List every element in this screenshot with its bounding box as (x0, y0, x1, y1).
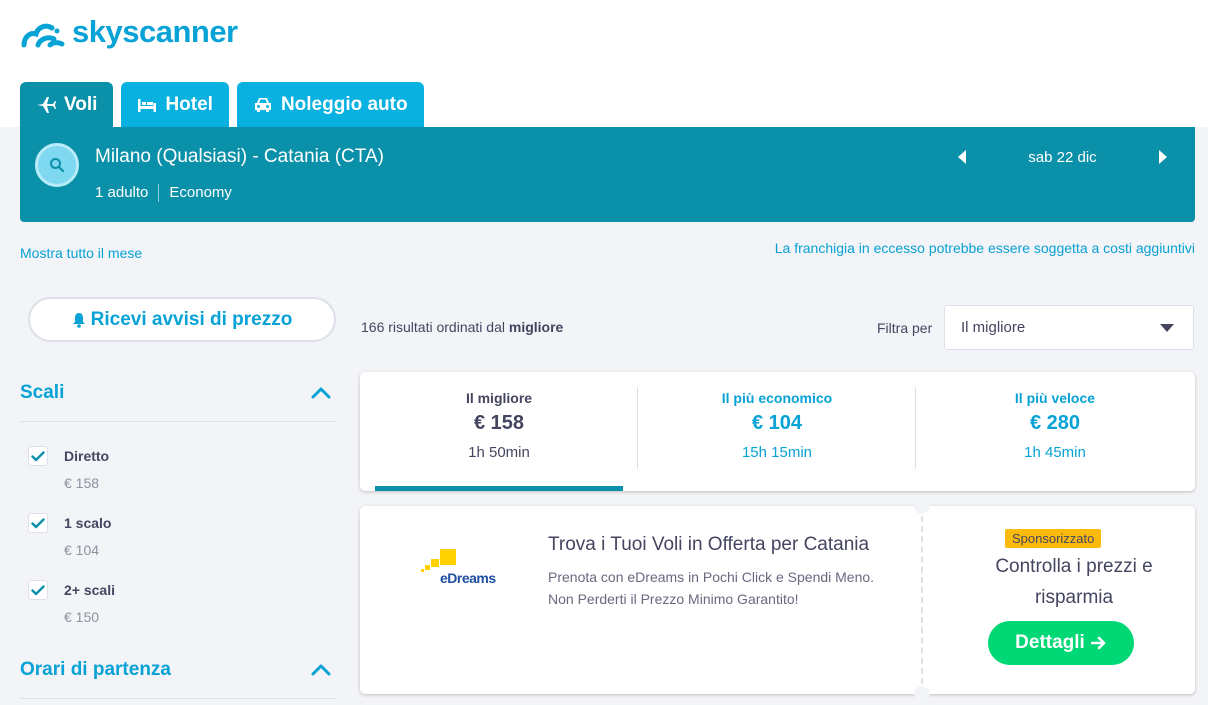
summary-price: € 104 (751, 412, 803, 434)
baggage-fees-link[interactable]: La franchigia in eccesso potrebbe essere… (775, 240, 1195, 256)
ad-divider (921, 506, 923, 694)
stop-price: € 104 (64, 542, 100, 558)
summary-best[interactable]: Il migliore € 158 1h 50min (360, 372, 638, 491)
tab-car-hire-label: Noleggio auto (280, 93, 408, 115)
bell-icon (72, 312, 85, 328)
summary-label: Il migliore (465, 390, 533, 406)
advertiser-name: eDreams (440, 570, 496, 586)
stops-filter-header[interactable]: Scali (20, 382, 336, 422)
results-sort-bold: migliore (508, 319, 564, 335)
car-icon (254, 97, 271, 112)
triangle-left-icon (957, 150, 966, 164)
bed-icon (138, 98, 157, 112)
caret-down-icon (1160, 323, 1174, 332)
stop-price: € 150 (64, 609, 100, 625)
ticket-notch (914, 498, 930, 514)
sort-dropdown[interactable]: Il migliore (944, 305, 1194, 350)
price-alert-label: Ricevi avvisi di prezzo (90, 308, 293, 330)
checkmark-icon (31, 450, 45, 461)
fare-summary-tabs: Il migliore € 158 1h 50min Il più econom… (360, 372, 1195, 491)
selected-date: sab 22 dic (1028, 148, 1097, 166)
skyscanner-logo[interactable]: skyscanner (20, 14, 238, 50)
next-date-button[interactable] (1156, 147, 1170, 167)
price-alert-button[interactable]: Ricevi avvisi di prezzo (28, 297, 336, 342)
summary-duration: 1h 50min (468, 444, 530, 461)
departure-times-filter-title: Orari di partenza (20, 659, 171, 680)
search-icon (50, 158, 65, 173)
tab-car-hire[interactable]: Noleggio auto (236, 82, 424, 127)
summary-duration: 1h 45min (1024, 444, 1086, 461)
results-count: 166 risultati ordinati dal migliore (361, 319, 563, 335)
summary-duration: 15h 15min (741, 444, 813, 461)
active-tab-indicator (375, 486, 623, 491)
ticket-notch (914, 686, 930, 702)
previous-date-button[interactable] (955, 147, 969, 167)
stop-label: 2+ scali (64, 582, 115, 598)
route-text[interactable]: Milano (Qualsiasi) - Catania (CTA) (95, 146, 384, 168)
ad-cta-text: Controlla i prezzi e risparmia (995, 556, 1153, 608)
stop-price: € 158 (64, 475, 100, 491)
edit-search-button[interactable] (35, 143, 79, 187)
ad-description: Prenota con eDreams in Pochi Click e Spe… (548, 569, 875, 607)
stop-label: Diretto (64, 448, 110, 464)
plane-icon (37, 96, 56, 113)
summary-cheapest[interactable]: Il più economico € 104 15h 15min (638, 372, 916, 491)
show-whole-month-link[interactable]: Mostra tutto il mese (20, 245, 142, 261)
triangle-right-icon (1159, 150, 1168, 164)
summary-price: € 280 (1029, 412, 1081, 434)
skyscanner-cloud-icon (21, 23, 65, 48)
checkbox-direct[interactable] (28, 446, 48, 466)
summary-fastest[interactable]: Il più veloce € 280 1h 45min (916, 372, 1194, 491)
arrow-right-icon (1090, 636, 1106, 650)
vertical-tabs: Voli Hotel Noleggio auto (20, 82, 424, 127)
stops-filter-title: Scali (20, 382, 65, 403)
ad-title: Trova i Tuoi Voli in Offerta per Catania (548, 534, 870, 555)
passenger-info: 1 adulto Economy (95, 184, 232, 202)
divider (158, 184, 160, 202)
summary-price: € 158 (473, 412, 525, 434)
sponsored-badge: Sponsorizzato (1005, 529, 1102, 548)
details-button[interactable]: Dettagli (988, 621, 1134, 665)
sponsored-ad-card[interactable]: eDreams Trova i Tuoi Voli in Offerta per… (360, 498, 1195, 702)
checkmark-icon (31, 517, 45, 528)
chevron-up-icon (311, 387, 331, 399)
search-summary-bar: Milano (Qualsiasi) - Catania (CTA) 1 adu… (20, 127, 1195, 222)
details-button-label: Dettagli (1015, 632, 1085, 653)
tab-flights[interactable]: Voli (20, 82, 114, 127)
checkbox-one-stop[interactable] (28, 513, 48, 533)
cabin-class: Economy (169, 184, 232, 201)
tab-hotels-label: Hotel (165, 93, 213, 115)
brand-name: skyscanner (72, 14, 238, 49)
sort-label: Filtra per (877, 320, 933, 336)
chevron-up-icon (311, 664, 331, 676)
header: skyscanner Voli Hotel Noleggio auto (0, 0, 1208, 127)
date-navigator: sab 22 dic (955, 147, 1170, 167)
tab-hotels[interactable]: Hotel (121, 82, 229, 127)
results-count-text: 166 risultati ordinati dal (361, 319, 509, 335)
summary-label: Il più economico (721, 390, 833, 406)
tab-flights-label: Voli (64, 93, 98, 115)
summary-label: Il più veloce (1014, 390, 1096, 406)
checkmark-icon (31, 584, 45, 595)
sort-selected-value: Il migliore (961, 319, 1026, 336)
passenger-count: 1 adulto (95, 184, 149, 201)
checkbox-two-plus-stops[interactable] (28, 580, 48, 600)
stop-label: 1 scalo (64, 515, 112, 531)
departure-times-filter-header[interactable]: Orari di partenza (20, 659, 336, 699)
